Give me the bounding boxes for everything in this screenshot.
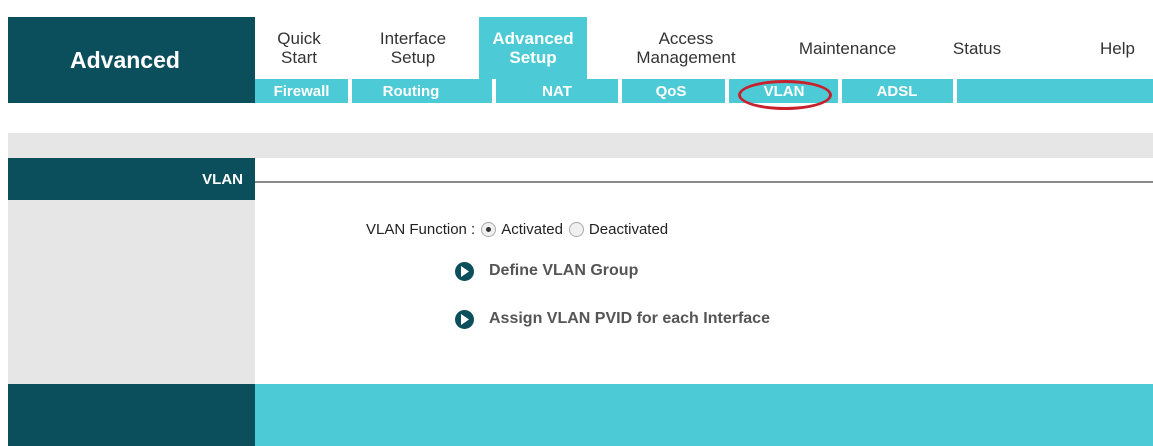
define-vlan-group-label[interactable]: Define VLAN Group — [489, 262, 638, 280]
router-admin-page: Advanced Quick Start Interface Setup Adv… — [8, 10, 1153, 446]
section-title: VLAN — [8, 158, 255, 200]
radio-deactivated-label[interactable]: Deactivated — [589, 221, 668, 238]
tab-help[interactable]: Help — [1085, 17, 1150, 79]
subtab-adsl[interactable]: ADSL — [842, 79, 952, 103]
define-vlan-group-link[interactable]: Define VLAN Group — [455, 260, 638, 282]
subtab-nat[interactable]: NAT — [496, 79, 618, 103]
arrow-bullet-icon — [455, 261, 474, 281]
subtab-vlan[interactable]: VLAN — [729, 79, 839, 103]
vlan-function-label: VLAN Function : — [366, 220, 476, 238]
tab-advanced-setup[interactable]: Advanced Setup — [479, 17, 587, 79]
radio-deactivated[interactable] — [568, 221, 584, 237]
tab-interface-setup[interactable]: Interface Setup — [363, 17, 463, 79]
tab-quick-start[interactable]: Quick Start — [255, 17, 343, 79]
footer-bar — [255, 384, 1153, 446]
tab-access-management[interactable]: Access Management — [617, 17, 755, 79]
subtab-firewall[interactable]: Firewall — [255, 79, 348, 103]
section-title-label: VLAN — [202, 170, 243, 188]
tab-maintenance[interactable]: Maintenance — [780, 17, 915, 79]
section-brand-title: Advanced — [8, 17, 255, 103]
vlan-function-row: VLAN Function : Activated Deactivated — [366, 218, 668, 240]
section-divider-line — [255, 181, 1153, 183]
assign-vlan-pvid-link[interactable]: Assign VLAN PVID for each Interface — [455, 308, 770, 330]
sub-navigation: Firewall Routing NAT QoS VLAN ADSL — [255, 79, 1153, 110]
top-navigation: Quick Start Interface Setup Advanced Set… — [255, 17, 1153, 79]
radio-activated[interactable] — [481, 221, 497, 237]
brand-label: Advanced — [70, 46, 180, 73]
radio-activated-label[interactable]: Activated — [501, 221, 563, 238]
subnav-divider — [953, 79, 957, 103]
assign-vlan-pvid-label[interactable]: Assign VLAN PVID for each Interface — [489, 310, 770, 328]
subtab-routing[interactable]: Routing — [352, 79, 470, 103]
footer-left-block — [8, 384, 255, 446]
subtab-qos[interactable]: QoS — [622, 79, 720, 103]
tab-status[interactable]: Status — [938, 17, 1016, 79]
spacer-bar — [8, 133, 1153, 158]
arrow-bullet-icon — [455, 309, 474, 329]
